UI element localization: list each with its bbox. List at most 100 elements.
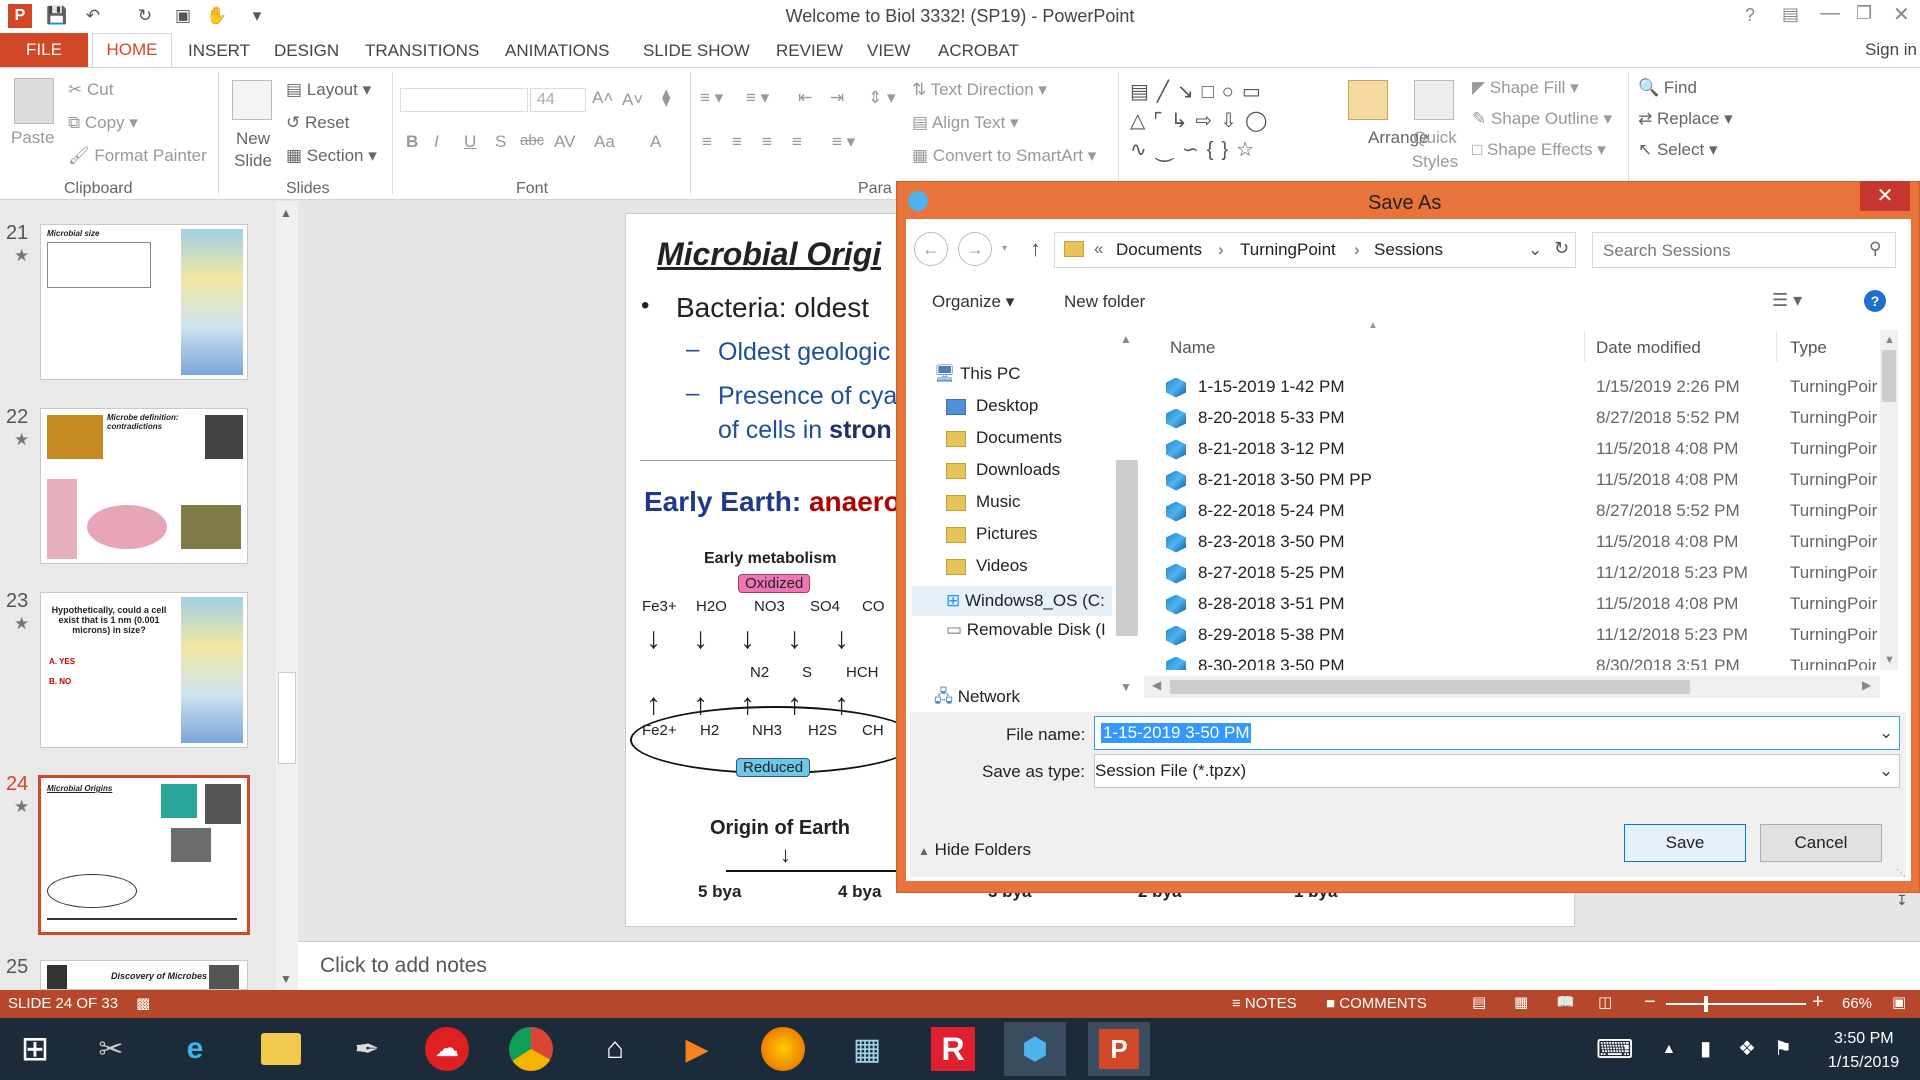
align-text-button[interactable]: ▤ Align Text ▾ [912,113,1019,133]
nav-downloads[interactable]: Downloads [946,460,1060,491]
font-color-button[interactable]: A [650,132,661,152]
cut-button[interactable]: ✂ Cut [68,80,113,100]
hide-folders-button[interactable]: ▲ Hide Folders [918,840,1031,860]
internet-explorer-icon[interactable]: e [164,1022,226,1076]
restore-icon[interactable]: ❐ [1856,3,1872,24]
h-scroll-thumb[interactable] [1170,680,1690,694]
clock-time[interactable]: 3:50 PM [1834,1030,1894,1048]
slideshow-icon[interactable]: ◫ [1598,993,1612,1011]
font-size-dropdown[interactable]: 44 [530,88,586,112]
new-slide-button[interactable]: New Slide [228,128,278,172]
increase-indent-icon[interactable]: ⇥ [830,88,844,108]
spell-check-icon[interactable]: ▩ [136,994,150,1012]
reset-button[interactable]: ↺ Reset [286,113,349,133]
paste-icon[interactable] [14,78,54,124]
view-options-icon[interactable]: ☰ ▾ [1772,290,1802,311]
file-name-dropdown-icon[interactable]: ⌄ [1879,723,1893,743]
file-row[interactable]: 8-22-2018 5-24 PM 8/27/2018 5:52 PM Turnin… [1166,501,1877,532]
zoom-level[interactable]: 66% [1842,995,1872,1012]
breadcrumb-sessions[interactable]: Sessions [1374,240,1443,260]
save-button[interactable]: Save [1624,824,1746,862]
refresh-icon[interactable]: ↻ [1554,238,1569,259]
save-type-select[interactable]: Session File (*.tpzx) ⌄ [1094,754,1900,788]
layout-button[interactable]: ▤ Layout ▾ [286,80,371,100]
column-date-modified[interactable]: Date modified [1596,338,1701,358]
h-scroll-right-icon[interactable]: ▶ [1862,678,1871,692]
list-scroll-thumb[interactable] [1882,350,1896,402]
tab-home[interactable]: HOME [92,33,172,67]
find-button[interactable]: 🔍 Find [1638,78,1697,98]
help-icon[interactable]: ? [1745,5,1755,26]
slide-sorter-icon[interactable]: ▦ [1514,993,1528,1011]
nav-videos[interactable]: Videos [946,556,1028,587]
nav-removable-disk[interactable]: ▭ Removable Disk (I [946,620,1106,651]
organize-button[interactable]: Organize ▾ [932,292,1014,312]
file-row[interactable]: 8-27-2018 5-25 PM 11/12/2018 5:23 PM Turni… [1166,563,1877,594]
slide-thumbnail-selected[interactable]: Microbial Origins [38,775,250,935]
nav-scroll-thumb[interactable] [1116,460,1138,636]
column-name[interactable]: Name [1170,338,1215,358]
tab-insert[interactable]: INSERT [188,41,250,61]
nav-desktop[interactable]: Desktop [946,396,1038,427]
turningpoint-icon[interactable]: ⬢ [1004,1022,1066,1076]
file-row[interactable]: 1-15-2019 1-42 PM 1/15/2019 2:26 PM Turnin… [1166,377,1877,408]
file-row[interactable]: 8-21-2018 3-50 PM PP 11/5/2018 4:08 PM Tur… [1166,470,1877,501]
nav-scroll-up-icon[interactable]: ▲ [1120,332,1132,346]
shadow-button[interactable]: S [495,132,506,152]
snipping-tool-icon[interactable]: ✂ [80,1022,142,1076]
recent-locations-icon[interactable]: ▾ [1002,243,1007,254]
file-explorer-icon[interactable] [250,1022,312,1076]
keyboard-icon[interactable]: ⌨ [1596,1034,1634,1065]
line-spacing-icon[interactable]: ⇕ ▾ [868,88,896,108]
align-left-icon[interactable]: ≡ [702,132,712,152]
arrange-icon[interactable] [1348,80,1388,120]
slide-thumbnail[interactable]: Hypothetically, could a cell exist that … [40,592,248,748]
copy-button[interactable]: ⧉ Copy ▾ [68,113,138,133]
nav-this-pc[interactable]: 🖥 This PC [934,364,1020,395]
nav-scroll-down-icon[interactable]: ▼ [1120,680,1132,694]
shape-effects-button[interactable]: □ Shape Effects ▾ [1472,140,1606,160]
italic-button[interactable]: I [434,132,439,152]
zoom-in-icon[interactable]: + [1812,991,1824,1014]
paste-button[interactable]: Paste [11,128,54,148]
align-right-icon[interactable]: ≡ [762,132,772,152]
justify-icon[interactable]: ≡ [792,132,802,152]
zoom-slider[interactable] [1666,1003,1806,1005]
cloud-app-icon[interactable]: ☁ [416,1022,478,1076]
thumbnail-scrollbar[interactable] [276,201,298,990]
nav-documents[interactable]: Documents [946,428,1062,459]
up-folder-icon[interactable]: ↑ [1030,236,1041,262]
media-player-icon[interactable]: ▶ [666,1022,728,1076]
scroll-up-icon[interactable]: ▲ [280,206,292,220]
zoom-slider-thumb[interactable] [1704,996,1708,1012]
quick-styles-icon[interactable] [1414,80,1454,120]
file-row[interactable]: 8-20-2018 5-33 PM 8/27/2018 5:52 PM Turnin… [1166,408,1877,439]
underline-button[interactable]: U [464,132,476,152]
zoom-out-icon[interactable]: − [1644,991,1656,1014]
forward-icon[interactable]: → [958,232,992,266]
notes-pane[interactable]: Click to add notes [298,941,1920,990]
strikethrough-button[interactable]: abc [520,132,544,149]
bold-button[interactable]: B [406,132,418,152]
search-sessions-input[interactable]: Search Sessions ⚲ [1592,232,1896,268]
decrease-indent-icon[interactable]: ⇤ [798,88,812,108]
tab-design[interactable]: DESIGN [274,41,339,61]
change-case-button[interactable]: Aa [594,132,615,152]
scroll-thumb[interactable] [278,672,296,764]
slide-title[interactable]: Microbial Origi [657,236,881,273]
network-icon[interactable]: ▮ [1700,1036,1711,1061]
minimize-icon[interactable]: — [1820,2,1840,25]
dialog-close-button[interactable]: ✕ [1860,181,1910,211]
select-button[interactable]: ↖ Select ▾ [1638,140,1717,160]
new-slide-icon[interactable] [232,80,272,120]
file-name-input[interactable]: 1-15-2019 3-50 PM ⌄ [1094,716,1900,750]
nav-windows-drive[interactable]: ⊞ Windows8_OS (C: [912,586,1112,616]
tab-animations[interactable]: ANIMATIONS [505,41,610,61]
h-scroll-left-icon[interactable]: ◀ [1152,678,1161,692]
dialog-help-icon[interactable]: ? [1864,290,1886,312]
section-button[interactable]: ▦ Section ▾ [286,146,377,166]
clock-date[interactable]: 1/15/2019 [1828,1054,1899,1072]
slide-thumbnail[interactable]: Microbial size [40,224,248,380]
r-app-icon[interactable]: R [922,1022,984,1076]
shape-outline-button[interactable]: ✎ Shape Outline ▾ [1472,109,1612,129]
